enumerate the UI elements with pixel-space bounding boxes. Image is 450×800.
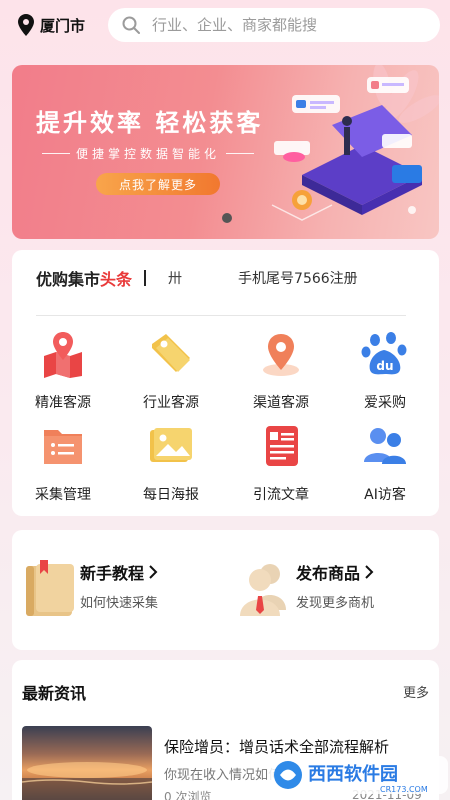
document-icon [266, 426, 298, 466]
publish-title: 发布商品 [296, 560, 374, 584]
panel-divider [36, 315, 406, 316]
grid-item-precise-leads[interactable]: 精准客源 [13, 330, 113, 412]
news-ticker[interactable]: 优购集市 头条 卅 手机尾号7566注册 [36, 266, 358, 290]
city-name: 厦门市 [40, 16, 86, 35]
grid-item-ai-visitors[interactable]: AI访客 [335, 422, 435, 504]
banner-subline-text: 便捷掌控数据智能化 [76, 147, 221, 161]
publish-subtitle: 发现更多商机 [296, 596, 375, 611]
grid-item-label: 引流文章 [253, 487, 309, 503]
book-icon [26, 560, 74, 616]
news-section-title: 最新资讯 [22, 684, 87, 703]
grid-item-label: 每日海报 [143, 487, 199, 503]
grid-item-label: 行业客源 [143, 395, 199, 411]
search-icon [122, 16, 140, 34]
banner-headline: 提升效率 轻松获客 [36, 109, 264, 137]
sunset-image [22, 762, 152, 800]
search-bar[interactable] [108, 8, 440, 42]
grid-item-label: 精准客源 [35, 395, 91, 411]
publish-title-text: 发布商品 [296, 564, 361, 583]
location-icon [263, 334, 299, 376]
tutorial-subtitle: 如何快速采集 [80, 596, 159, 611]
search-input[interactable] [152, 16, 412, 34]
folder-icon [44, 430, 82, 464]
grid-item-aicaigou[interactable]: du 爱采购 [335, 330, 435, 412]
grid-item-channel-leads[interactable]: 渠道客源 [231, 330, 331, 412]
svg-text:西西软件园: 西西软件园 [308, 763, 398, 785]
carousel-indicator[interactable] [222, 213, 232, 223]
map-icon [44, 332, 82, 378]
location-selector[interactable]: 厦门市 [18, 12, 85, 38]
location-pin-icon [18, 14, 34, 36]
grid-item-label: AI访客 [364, 487, 406, 503]
tutorial-title-text: 新手教程 [80, 564, 145, 583]
grid-item-collection-manage[interactable]: 采集管理 [13, 422, 113, 504]
grid-item-traffic-articles[interactable]: 引流文章 [231, 422, 331, 504]
svg-text:CR173.COM: CR173.COM [380, 785, 428, 794]
grid-item-industry-leads[interactable]: 行业客源 [121, 330, 221, 412]
quick-actions-panel: 新手教程 如何快速采集 发布商品 发现更多商机 [12, 530, 439, 650]
tag-icon [152, 334, 190, 372]
ticker-message: 手机尾号7566注册 [238, 271, 358, 287]
isometric-illustration [271, 65, 439, 221]
promo-banner[interactable]: 提升效率 轻松获客 便捷掌控数据智能化 点我了解更多 [12, 65, 439, 239]
ticker-prev-fragment: 卅 [168, 271, 183, 287]
picture-icon [150, 428, 192, 462]
main-panel: 优购集市 头条 卅 手机尾号7566注册 精准客源 行业客源 渠道客源 du 爱… [12, 250, 439, 516]
tutorial-entry[interactable]: 新手教程 如何快速采集 [22, 560, 158, 618]
grid-item-label: 采集管理 [35, 487, 91, 503]
ticker-highlight: 头条 [100, 270, 133, 289]
grid-item-label: 爱采购 [364, 395, 406, 411]
users-icon [364, 428, 406, 464]
svg-text:du: du [376, 359, 393, 373]
chevron-right-icon [365, 565, 374, 579]
ticker-brand: 优购集市 [36, 270, 101, 289]
ticker-separator [144, 270, 147, 286]
grid-item-label: 渠道客源 [253, 395, 309, 411]
article-summary: 你现在收入情况如何 [164, 768, 282, 783]
baidu-paw-icon: du [361, 332, 407, 375]
watermark-logo: 西西软件园 CR173.COM [268, 756, 448, 794]
banner-subline: 便捷掌控数据智能化 [36, 145, 260, 162]
top-bar: 厦门市 [0, 0, 450, 56]
publish-product-entry[interactable]: 发布商品 发现更多商机 [238, 560, 374, 618]
people-icon [240, 564, 286, 616]
news-more-link[interactable]: 更多 [403, 682, 429, 701]
banner-cta-button[interactable]: 点我了解更多 [96, 173, 220, 195]
tutorial-title: 新手教程 [80, 560, 158, 584]
article-views: 0 次浏览 [164, 790, 212, 800]
grid-item-daily-poster[interactable]: 每日海报 [121, 422, 221, 504]
article-thumbnail[interactable] [22, 726, 152, 800]
chevron-right-icon [149, 565, 158, 579]
